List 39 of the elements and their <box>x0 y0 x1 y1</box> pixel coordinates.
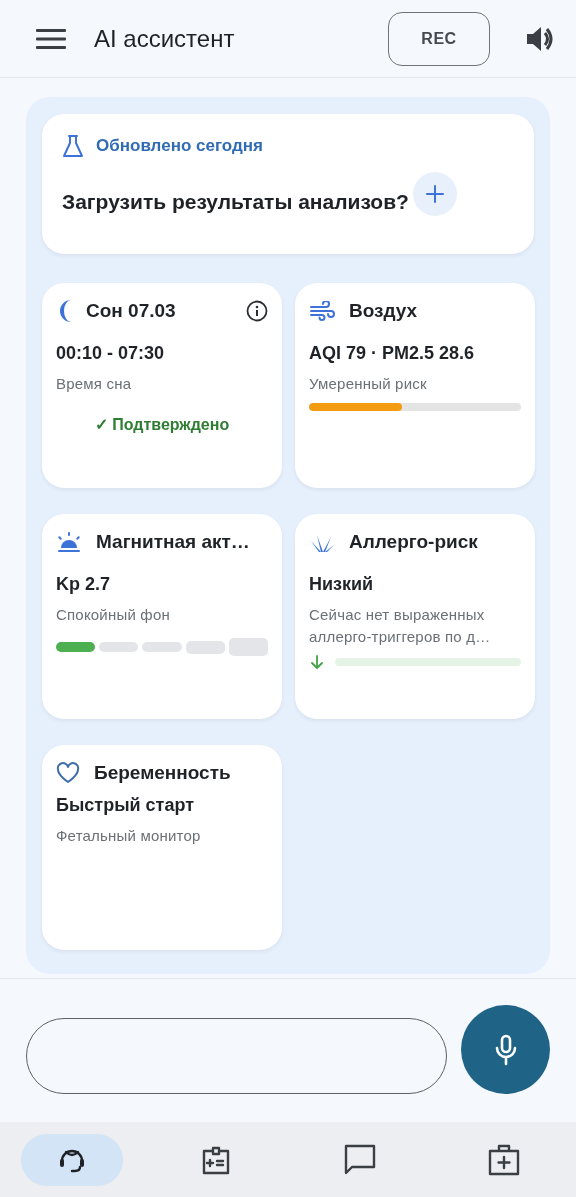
metric-card[interactable]: Магнитная акт… Kp 2.7 Спокойный фон <box>42 514 282 719</box>
kp-index: Kp 2.7 <box>56 574 112 595</box>
update-tag: Обновлено сегодня <box>96 136 263 156</box>
upload-question: Загрузить результаты анализов? <box>62 190 409 214</box>
caption: Сейчас нет выраженных аллерго-триггеров по д… <box>309 605 492 647</box>
down-arrow-icon <box>309 654 325 670</box>
caption: Время сна <box>56 374 133 394</box>
card-title: Магнитная акт… <box>96 531 251 553</box>
heart-icon <box>56 762 80 784</box>
sleep-time: 00:10 - 07:30 <box>56 343 166 364</box>
plus-icon <box>424 184 445 204</box>
caption: Умеренный риск <box>309 374 428 394</box>
flask-icon <box>62 134 84 158</box>
confirmed-status: ✓ Подтверждено <box>94 415 230 434</box>
risk-level: Низкий <box>309 574 375 595</box>
card-title: Аллерго-риск <box>349 531 479 553</box>
chat-icon <box>343 1142 377 1177</box>
metric-card[interactable]: Сон 07.03 00:10 - 07:30 Время сна ✓ Подтверждено <box>42 283 282 488</box>
caption: Спокойный фон <box>56 605 171 625</box>
record-button[interactable]: REC <box>388 11 490 66</box>
metric-card[interactable]: Воздух AQI 79 · PM2.5 28.6 Умеренный риск <box>295 283 535 488</box>
metric-card[interactable]: Аллерго-риск Низкий Сейчас нет выраженных аллерго-триггеров по д… <box>295 514 535 719</box>
air-reading: AQI 79 · PM2.5 28.6 <box>309 343 476 364</box>
card-title: Сон 07.03 <box>86 300 177 322</box>
app-title: AI ассистент <box>94 24 236 53</box>
quick-start: Быстрый старт <box>56 795 195 816</box>
message-field[interactable] <box>26 1018 447 1094</box>
add-button[interactable] <box>412 172 457 216</box>
card-title: Воздух <box>349 300 419 322</box>
menu-icon[interactable] <box>36 27 66 50</box>
card-title: Беременность <box>94 762 232 784</box>
metric-card[interactable]: Беременность Быстрый старт Фетальный монитор <box>42 745 282 950</box>
upload-card[interactable]: Обновлено сегодня Загрузить результаты анализов? <box>42 114 534 254</box>
first-aid-kit-icon <box>487 1142 521 1177</box>
info-icon[interactable] <box>246 300 268 322</box>
nav-tab[interactable] <box>21 1133 123 1186</box>
sunrise-icon <box>56 531 82 553</box>
wind-icon <box>309 301 335 321</box>
caption: Фетальный монитор <box>56 826 202 846</box>
